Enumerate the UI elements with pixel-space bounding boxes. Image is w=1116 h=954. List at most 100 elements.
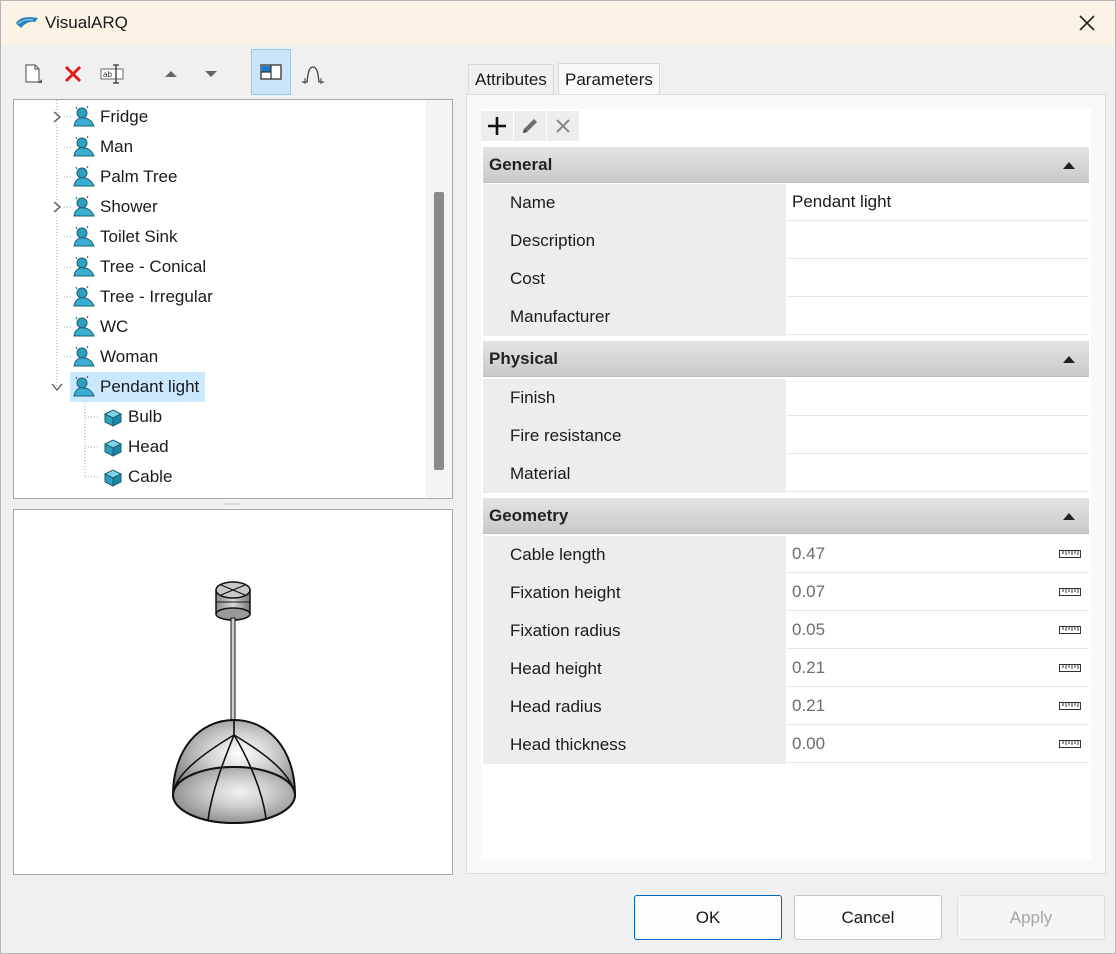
ruler-icon[interactable] [1059,663,1081,673]
section-header-geometry[interactable]: Geometry [483,498,1089,534]
component-block-icon [103,469,123,487]
property-row-head-radius[interactable]: Head radius 0.21 [483,688,1089,726]
property-row-finish[interactable]: Finish [483,379,1089,417]
property-row-name[interactable]: Name Pendant light [483,184,1089,222]
chevron-right-icon[interactable] [50,200,64,214]
profile-view-button[interactable] [293,51,333,97]
property-row-fixation-radius[interactable]: Fixation radius 0.05 [483,612,1089,650]
edit-parameter-button[interactable] [514,111,546,141]
chevron-right-icon[interactable] [50,110,64,124]
tree-item-cable[interactable]: Cable [100,462,178,492]
delete-style-button[interactable] [53,51,93,97]
property-value[interactable] [787,260,1089,297]
section-header-physical[interactable]: Physical [483,341,1089,377]
section-title: Geometry [489,505,569,525]
tree-item-head[interactable]: Head [100,432,175,462]
property-row-cable-length[interactable]: Cable length 0.47 [483,536,1089,574]
tree-scrollbar-thumb[interactable] [434,192,444,470]
tree-item-palm-tree[interactable]: Palm Tree [70,162,183,192]
furniture-style-icon [73,105,95,127]
tree-item-toilet-sink[interactable]: Toilet Sink [70,222,183,252]
tree-item-bulb[interactable]: Bulb [100,402,168,432]
property-value[interactable] [787,222,1089,259]
property-value[interactable]: 0.21 [787,688,1089,725]
property-name: Head thickness [483,726,786,764]
property-row-manufacturer[interactable]: Manufacturer [483,298,1089,336]
property-value[interactable]: 0.00 [787,726,1089,763]
tree-item-man[interactable]: Man [70,132,139,162]
edit-icon [523,119,537,133]
property-row-fixation-height[interactable]: Fixation height 0.07 [483,574,1089,612]
tree-item-wc[interactable]: WC [70,312,134,342]
rename-style-button[interactable]: ab [93,51,133,97]
property-value[interactable]: 0.47 [787,536,1089,573]
ruler-icon[interactable] [1059,549,1081,559]
ruler-icon[interactable] [1059,625,1081,635]
layout-view-button[interactable] [251,49,291,95]
ok-button[interactable]: OK [634,895,782,940]
property-row-head-thickness[interactable]: Head thickness 0.00 [483,726,1089,764]
apply-button[interactable]: Apply [957,895,1105,940]
ruler-icon[interactable] [1059,739,1081,749]
tree-item-label: Tree - Irregular [100,287,213,306]
property-row-fire-resistance[interactable]: Fire resistance [483,417,1089,455]
pendant-light-preview-icon [171,581,297,824]
property-value[interactable] [787,298,1089,335]
property-value-text: 0.47 [792,544,826,563]
chevron-down-icon[interactable] [50,380,64,394]
ruler-icon[interactable] [1059,701,1081,711]
ruler-icon[interactable] [1059,587,1081,597]
add-icon [488,117,506,135]
tree-item-label: Bulb [128,407,163,426]
visualarq-dialog: VisualARQ ab Fridge Man Palm Tree Shower… [0,0,1116,954]
property-value[interactable] [787,379,1089,416]
property-value[interactable]: 0.05 [787,612,1089,649]
section-title: General [489,154,553,174]
tree-item-woman[interactable]: Woman [70,342,164,372]
property-value[interactable]: 0.07 [787,574,1089,611]
property-name: Cable length [483,536,786,574]
property-name: Material [483,455,786,493]
move-up-button[interactable] [151,51,191,97]
property-row-description[interactable]: Description [483,222,1089,260]
tree-item-pendant-light[interactable]: Pendant light [50,372,206,402]
property-value-text: 0.00 [792,734,826,753]
section-header-general[interactable]: General [483,147,1089,183]
tree-item-tree-irregular[interactable]: Tree - Irregular [70,282,219,312]
tree-item-label: Toilet Sink [100,227,178,246]
tree-item-label: Fridge [100,107,149,126]
tree-item-label: Man [100,137,134,156]
close-button[interactable] [1067,5,1107,41]
property-value-text: 0.05 [792,620,826,639]
cancel-button[interactable]: Cancel [794,895,942,940]
property-value[interactable]: 0.21 [787,650,1089,687]
tab-parameters[interactable]: Parameters [558,63,660,95]
tab-attributes[interactable]: Attributes [468,64,554,94]
property-row-head-height[interactable]: Head height 0.21 [483,650,1089,688]
collapse-triangle-icon[interactable] [1063,356,1075,363]
style-tree[interactable]: Fridge Man Palm Tree Shower Toilet Sink … [13,99,453,499]
tree-item-label: Tree - Conical [100,257,207,276]
tab-label: Parameters [565,69,653,89]
tree-item-shower[interactable]: Shower [50,192,164,222]
style-preview[interactable] [13,509,453,875]
move-down-icon [205,71,217,77]
collapse-triangle-icon[interactable] [1063,162,1075,169]
ok-button-label: OK [695,907,721,927]
property-value[interactable] [787,455,1089,492]
property-value-text: 0.21 [792,658,826,677]
property-name: Description [483,222,786,260]
panel-splitter-grip[interactable] [223,501,243,507]
remove-parameter-button[interactable] [547,111,579,141]
title-bar: VisualARQ [1,1,1115,45]
property-row-cost[interactable]: Cost [483,260,1089,298]
tree-item-fridge[interactable]: Fridge [50,102,154,132]
new-style-button[interactable] [13,51,53,97]
add-parameter-button[interactable] [481,111,513,141]
property-row-material[interactable]: Material [483,455,1089,493]
property-value[interactable]: Pendant light [787,184,1089,221]
collapse-triangle-icon[interactable] [1063,513,1075,520]
move-down-button[interactable] [191,51,231,97]
property-value[interactable] [787,417,1089,454]
tree-item-tree-conical[interactable]: Tree - Conical [70,252,212,282]
